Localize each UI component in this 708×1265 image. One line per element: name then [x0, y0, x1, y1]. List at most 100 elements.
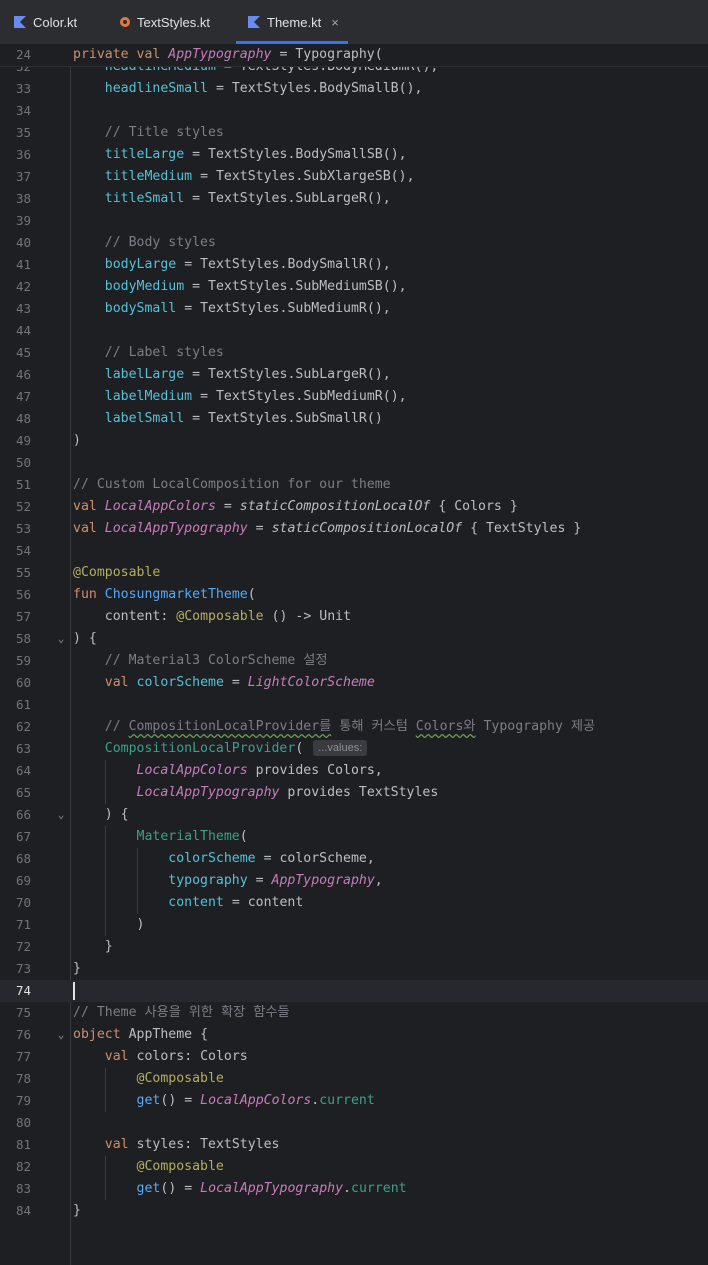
code-line[interactable]: 46 labelLarge = TextStyles.SubLargeR(),: [0, 364, 708, 386]
line-number: 66: [15, 807, 31, 822]
code-line[interactable]: 76 ⌄ object AppTheme {: [0, 1024, 708, 1046]
code-token: labelMedium: [104, 389, 193, 404]
tab-label: Color.kt: [33, 14, 78, 30]
code-line[interactable]: 55 @Composable: [0, 562, 708, 584]
code-line[interactable]: 70 content = content: [0, 892, 708, 914]
code-line[interactable]: 61: [0, 694, 708, 716]
line-number: 35: [15, 125, 31, 140]
close-icon[interactable]: ×: [331, 15, 339, 30]
tab-theme-kt[interactable]: Theme.kt ×: [248, 0, 339, 44]
line-number: 75: [15, 1005, 31, 1020]
code-line[interactable]: 73}: [0, 958, 708, 980]
tab-color-kt[interactable]: Color.kt: [14, 0, 77, 44]
code-token: =: [184, 301, 193, 316]
code-line[interactable]: 37 titleMedium = TextStyles.SubXlargeSB(…: [0, 166, 708, 188]
code-line[interactable]: 83 get() = LocalAppTypography.current: [0, 1178, 708, 1200]
line-number: 46: [15, 367, 31, 382]
code-line[interactable]: 40 // Body styles: [0, 232, 708, 254]
code-line[interactable]: 56 fun ChosungmarketTheme(: [0, 584, 708, 606]
code-line[interactable]: 42 bodyMedium = TextStyles.SubMediumSB()…: [0, 276, 708, 298]
code-token: TextStyles: [200, 257, 280, 272]
code-token: ,: [374, 763, 383, 778]
code-line[interactable]: 49): [0, 430, 708, 452]
code-line[interactable]: 36 titleLarge = TextStyles.BodySmallSB()…: [0, 144, 708, 166]
line-number: 74: [15, 983, 31, 998]
code-text: ) {: [73, 804, 129, 826]
code-line[interactable]: 78 @Composable: [0, 1068, 708, 1090]
code-line[interactable]: 48 labelSmall = TextStyles.SubSmallR(): [0, 408, 708, 430]
code-line[interactable]: 74: [0, 980, 708, 1002]
line-number: 81: [15, 1137, 31, 1152]
code-line[interactable]: 60 val colorScheme = LightColorScheme: [0, 672, 708, 694]
code-text: @Composable: [73, 1156, 224, 1178]
code-token: ,: [366, 851, 375, 866]
code-line[interactable]: 34: [0, 100, 708, 122]
code-line[interactable]: 52 val LocalAppColors = staticComposition…: [0, 496, 708, 518]
code-editor[interactable]: 32 headlineMedium = TextStyles.BodyMediu…: [0, 44, 708, 1265]
code-line[interactable]: 72 }: [0, 936, 708, 958]
line-number: 79: [15, 1093, 31, 1108]
code-line[interactable]: 79 get() = LocalAppColors.current: [0, 1090, 708, 1112]
code-line[interactable]: 50: [0, 452, 708, 474]
code-line[interactable]: 35 // Title styles: [0, 122, 708, 144]
code-token: >: [303, 609, 312, 624]
code-line[interactable]: 68 colorScheme = colorScheme,: [0, 848, 708, 870]
code-token: TextStyles: [208, 367, 288, 382]
code-line[interactable]: 77 val colors: Colors: [0, 1046, 708, 1068]
code-token: ): [168, 1181, 177, 1196]
code-line[interactable]: 75 // Theme 사용을 위한 확장 함수들: [0, 1002, 708, 1024]
code-token: ,: [406, 169, 415, 184]
code-line[interactable]: 65 LocalAppTypography provides TextStyle…: [0, 782, 708, 804]
code-text: // CompositionLocalProvider를 통해 커스텀 Colo…: [104, 719, 596, 734]
code-line[interactable]: 66 ⌄ ) {: [0, 804, 708, 826]
line-number: 73: [15, 961, 31, 976]
fold-chevron-icon[interactable]: ⌄: [55, 804, 67, 826]
code-line[interactable]: 57 content: @Composable () -> Unit: [0, 606, 708, 628]
code-token: }: [73, 1203, 81, 1218]
sticky-scroll-header[interactable]: 24 private val AppTypography = Typograph…: [0, 44, 708, 67]
code-line[interactable]: 33 headlineSmall = TextStyles.BodySmallB…: [0, 78, 708, 100]
code-line[interactable]: 82 @Composable: [0, 1156, 708, 1178]
code-line[interactable]: 44: [0, 320, 708, 342]
code-line[interactable]: 84}: [0, 1200, 708, 1222]
code-token: @Composable: [176, 609, 264, 624]
line-number: 49: [15, 433, 31, 448]
code-line[interactable]: 63 CompositionLocalProvider( ...values:: [0, 738, 708, 760]
tab-textstyles-kt[interactable]: TextStyles.kt: [120, 0, 210, 44]
code-token: =: [192, 367, 201, 382]
code-line[interactable]: 67 MaterialTheme(: [0, 826, 708, 848]
code-line[interactable]: 54: [0, 540, 708, 562]
code-line[interactable]: 64 LocalAppColors provides Colors,: [0, 760, 708, 782]
fold-chevron-icon[interactable]: ⌄: [55, 1024, 67, 1046]
code-line[interactable]: 62 // CompositionLocalProvider를 통해 커스텀 C…: [0, 716, 708, 738]
code-text: val colors: Colors: [73, 1046, 248, 1068]
code-line[interactable]: 53 val LocalAppTypography = staticComposi…: [0, 518, 708, 540]
inlay-hint: ...values:: [313, 740, 368, 756]
code-line[interactable]: 58 ⌄) {: [0, 628, 708, 650]
code-token: Unit: [319, 609, 352, 624]
code-line[interactable]: 80: [0, 1112, 708, 1134]
code-token: BodySmallSB: [295, 147, 383, 162]
code-line[interactable]: 38 titleSmall = TextStyles.SubLargeR(),: [0, 188, 708, 210]
code-line[interactable]: 59 // Material3 ColorScheme 설정: [0, 650, 708, 672]
code-line[interactable]: 45 // Label styles: [0, 342, 708, 364]
code-line[interactable]: 41 bodyLarge = TextStyles.BodySmallR(),: [0, 254, 708, 276]
code-line[interactable]: 51 // Custom LocalComposition for our the…: [0, 474, 708, 496]
line-number: 43: [15, 301, 31, 316]
code-line[interactable]: 39: [0, 210, 708, 232]
code-token: ChosungmarketTheme: [104, 587, 248, 602]
code-line[interactable]: 71 ): [0, 914, 708, 936]
code-token: TextStyles: [208, 411, 288, 426]
code-line[interactable]: 43 bodySmall = TextStyles.SubMediumR(),: [0, 298, 708, 320]
code-line[interactable]: 81 val styles: TextStyles: [0, 1134, 708, 1156]
code-line[interactable]: 47 labelMedium = TextStyles.SubMediumR()…: [0, 386, 708, 408]
code-token: TextStyles: [208, 279, 288, 294]
code-token: {: [470, 521, 479, 536]
code-token: ): [168, 1093, 177, 1108]
code-token: ): [398, 169, 407, 184]
code-token: AppTypography: [168, 47, 272, 62]
fold-chevron-icon[interactable]: ⌄: [55, 628, 67, 650]
code-text: labelSmall = TextStyles.SubSmallR(): [73, 408, 383, 430]
code-text: // Body styles: [104, 235, 216, 250]
code-line[interactable]: 69 typography = AppTypography,: [0, 870, 708, 892]
